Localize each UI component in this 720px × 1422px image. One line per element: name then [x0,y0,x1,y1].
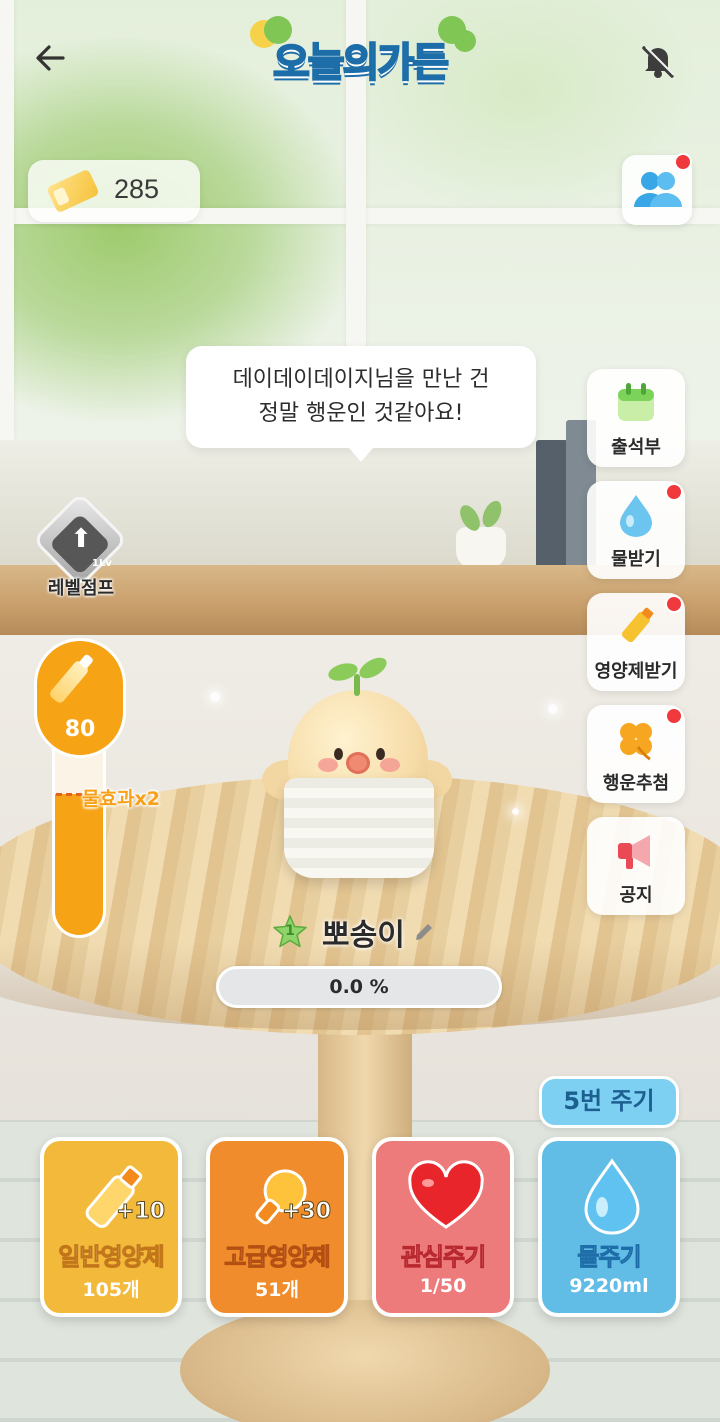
nutrient-bottle-icon [48,659,90,705]
notification-dot [665,595,683,613]
character-cheek [318,758,338,772]
water-effect-marker-line [56,793,82,796]
menu-get-water-button[interactable]: 물받기 [587,481,685,579]
level-jump-badge: 1Lv [92,558,112,569]
menu-attendance-button[interactable]: 출석부 [587,369,685,467]
menu-label: 공지 [619,885,653,906]
menu-label: 물받기 [611,549,661,570]
character-name: 뽀송이 [322,918,405,953]
book [536,440,568,580]
action-title: 물주기 [577,1243,642,1272]
friends-button[interactable] [622,153,692,225]
menu-label: 행운추첨 [602,773,670,794]
app-logo: 오늘의가든 [242,16,478,94]
action-count: 51개 [255,1279,299,1301]
menu-label: 영양제받기 [594,661,678,682]
bell-off-icon [642,46,675,78]
general-nutrient-button[interactable]: +10 일반영양제 105개 [40,1137,182,1317]
character-name-row: 1 뽀송이 [272,908,435,956]
action-title: 일반영양제 [58,1243,165,1272]
character-cheek [380,758,400,772]
speech-bubble: 데이데이데이지님을 만난 건 정말 행운인 것같아요! [186,346,536,462]
water-gauge-head[interactable]: 80 [34,638,126,758]
growth-progress-bar: 0.0 % [216,966,502,1008]
pencil-icon [415,924,432,940]
sparkle [210,692,220,702]
sparkle [548,704,558,714]
action-bonus: +10 [115,1199,166,1225]
level-jump-label: 레벨점프 [47,578,115,599]
menu-get-nutrient-button[interactable]: 영양제받기 [587,593,685,691]
speech-line-1: 데이데이데이지님을 만난 건 [232,367,490,392]
nutrient-bottle-icon [85,1165,143,1228]
water-plant-button[interactable]: 물주기 9220ml [538,1137,680,1317]
currency-box[interactable]: 285 [28,160,200,222]
plant-pot [456,527,506,569]
premium-nutrient-button[interactable]: +30 고급영양제 51개 [206,1137,348,1317]
pacifier-icon [346,752,370,774]
multi-water-tag[interactable]: 5번 주기 [539,1076,679,1128]
notification-dot [665,707,683,725]
water-effect-label: 물효과x2 [82,788,160,810]
calendar-icon [618,383,654,421]
plant-character[interactable] [258,653,458,900]
water-drop-icon [620,495,652,537]
character-blanket [284,778,434,878]
app-title: 오늘의가든 [272,39,450,87]
level-star-badge: 1 [272,914,308,950]
sparkle [512,808,519,815]
action-count: 1/50 [419,1275,467,1297]
edit-name-button[interactable] [413,921,435,943]
notification-toggle-button[interactable] [634,36,682,84]
action-title: 고급영양제 [224,1243,331,1272]
speech-line-2: 정말 행운인 것같아요! [258,401,464,426]
character-level: 1 [285,923,295,939]
level-jump-button[interactable]: ⬆ 1Lv 레벨점프 [31,491,129,602]
action-title: 관심주기 [400,1243,486,1272]
character-eye [334,748,343,760]
clover-icon [620,723,652,761]
currency-value: 285 [114,174,160,204]
up-arrow-icon: ⬆ [70,524,92,554]
notification-dot [665,483,683,501]
growth-progress-text: 0.0 % [329,976,389,998]
sprout-icon [354,674,360,696]
nutrient-bottle-icon [621,607,654,643]
menu-notice-button[interactable]: 공지 [587,817,685,915]
action-bonus: +30 [281,1199,332,1225]
premium-nutrient-icon [255,1169,307,1225]
notification-dot [674,153,692,171]
give-attention-button[interactable]: 관심주기 1/50 [372,1137,514,1317]
action-count: 9220ml [569,1275,649,1297]
clover-ticket-icon [46,168,100,214]
water-gauge-value: 80 [64,717,96,742]
menu-label: 출석부 [611,437,661,458]
water-gauge-fill [55,793,103,935]
window-frame [0,0,14,440]
water-drop-icon [584,1158,640,1235]
back-arrow-icon [36,45,65,71]
menu-lucky-draw-button[interactable]: 행운추첨 [587,705,685,803]
heart-icon [408,1160,484,1229]
action-count: 105개 [82,1279,140,1301]
back-button[interactable] [26,34,74,82]
megaphone-icon [618,835,650,869]
